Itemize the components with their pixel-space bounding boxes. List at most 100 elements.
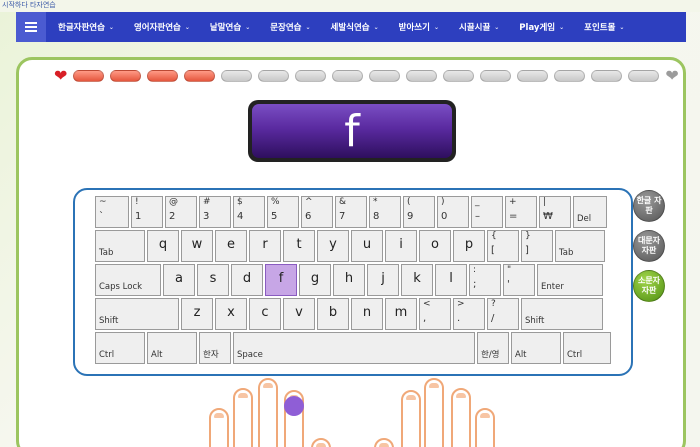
progress-step <box>517 70 549 82</box>
hand-guide <box>19 372 689 447</box>
chevron-down-icon: ⌄ <box>245 23 251 31</box>
key-alt-right[interactable]: Alt <box>511 332 561 364</box>
nav-item-sebeolsik-practice[interactable]: 세발식연습 ⌄ <box>331 21 379 33</box>
key-9[interactable]: (9 <box>403 196 435 228</box>
key-backtick[interactable]: ~ ` <box>95 196 129 228</box>
key-tab-right[interactable]: Tab <box>555 230 605 262</box>
key-z[interactable]: z <box>181 298 213 330</box>
lowercase-layout-button[interactable]: 소문자 자판 <box>633 270 665 302</box>
progress-bar: ❤ ❤ <box>54 68 679 84</box>
key-alt-left[interactable]: Alt <box>147 332 197 364</box>
progress-step <box>295 70 327 82</box>
key-comma[interactable]: <, <box>419 298 451 330</box>
progress-step <box>628 70 660 82</box>
hamburger-menu-button[interactable] <box>16 12 46 42</box>
key-hanja[interactable]: 한자 <box>199 332 231 364</box>
key-shift-left[interactable]: Shift <box>95 298 179 330</box>
key-t[interactable]: t <box>283 230 315 262</box>
key-c[interactable]: c <box>249 298 281 330</box>
key-3[interactable]: #3 <box>199 196 231 228</box>
key-g[interactable]: g <box>299 264 331 296</box>
progress-step <box>480 70 512 82</box>
keyboard-row-bottom: Shift z x c v b n m <, >. ? / Shift <box>95 298 613 330</box>
key-l[interactable]: l <box>435 264 467 296</box>
key-o[interactable]: o <box>419 230 451 262</box>
nav-item-dictation[interactable]: 받아쓰기 ⌄ <box>399 21 439 33</box>
key-4[interactable]: $4 <box>233 196 265 228</box>
key-won[interactable]: | ₩ <box>539 196 571 228</box>
nav-item-word-practice[interactable]: 낱말연습 ⌄ <box>210 21 250 33</box>
hamburger-icon <box>25 22 37 32</box>
uppercase-layout-button[interactable]: 대문자 자판 <box>633 230 665 262</box>
nav-item-english-typing[interactable]: 영어자판연습 ⌄ <box>134 21 190 33</box>
key-7[interactable]: & 7 <box>335 196 367 228</box>
key-ctrl-left[interactable]: Ctrl <box>95 332 145 364</box>
progress-step <box>184 70 216 82</box>
key-caps-lock[interactable]: Caps Lock <box>95 264 161 296</box>
key-y[interactable]: y <box>317 230 349 262</box>
key-u[interactable]: u <box>351 230 383 262</box>
progress-step <box>221 70 253 82</box>
chevron-down-icon: ⌄ <box>184 23 190 31</box>
key-1[interactable]: ! 1 <box>131 196 163 228</box>
key-w[interactable]: w <box>181 230 213 262</box>
key-6[interactable]: ^ 6 <box>301 196 333 228</box>
nav-item-hangul-typing[interactable]: 한글자판연습 ⌄ <box>58 21 114 33</box>
nav-item-play-game[interactable]: Play게임 ⌄ <box>519 21 564 33</box>
key-left-bracket[interactable]: {[ <box>487 230 519 262</box>
hangul-layout-button[interactable]: 한글 자판 <box>633 190 665 222</box>
chevron-down-icon: ⌄ <box>494 23 500 31</box>
key-b[interactable]: b <box>317 298 349 330</box>
keyboard-frame: ~ ` ! 1 @2 #3 $4 % 5 ^ 6 & 7 * 8 (9 ) 0 _ – + = |… <box>73 188 633 376</box>
key-r[interactable]: r <box>249 230 281 262</box>
key-a[interactable]: a <box>163 264 195 296</box>
key-ctrl-right[interactable]: Ctrl <box>563 332 611 364</box>
key-space[interactable]: Space <box>233 332 475 364</box>
key-slash[interactable]: ? / <box>487 298 519 330</box>
key-x[interactable]: x <box>215 298 247 330</box>
key-tab[interactable]: Tab <box>95 230 145 262</box>
key-enter[interactable]: Enter <box>537 264 603 296</box>
key-v[interactable]: v <box>283 298 315 330</box>
nav-item-point-mall[interactable]: 포인트몰 ⌄ <box>584 21 624 33</box>
key-f-active[interactable]: f <box>265 264 297 296</box>
keyboard-row-home: Caps Lock a s d f g h j k l :; " ' Enter <box>95 264 613 296</box>
key-e[interactable]: e <box>215 230 247 262</box>
corner-text: 시작하다 타자연습 <box>2 1 56 9</box>
right-middle-finger <box>424 378 444 447</box>
key-semicolon[interactable]: :; <box>469 264 501 296</box>
key-d[interactable]: d <box>231 264 263 296</box>
nav-item-noisy[interactable]: 시끌시끌 ⌄ <box>459 21 499 33</box>
key-quote[interactable]: " ' <box>503 264 535 296</box>
key-minus[interactable]: _ – <box>471 196 503 228</box>
top-navbar: 한글자판연습 ⌄ 영어자판연습 ⌄ 낱말연습 ⌄ 문장연습 ⌄ 세발식연습 ⌄ 받아쓰기 ⌄… <box>16 12 686 42</box>
left-thumb <box>311 438 331 447</box>
practice-panel: ❤ ❤ f ~ ` ! 1 @2 #3 $4 % 5 ^ 6 & 7 * 8 (… <box>16 57 686 447</box>
chevron-down-icon: ⌄ <box>559 23 565 31</box>
key-0[interactable]: ) 0 <box>437 196 469 228</box>
nav-item-sentence-practice[interactable]: 문장연습 ⌄ <box>270 21 310 33</box>
key-m[interactable]: m <box>385 298 417 330</box>
key-q[interactable]: q <box>147 230 179 262</box>
key-right-bracket[interactable]: }] <box>521 230 553 262</box>
key-j[interactable]: j <box>367 264 399 296</box>
keyboard-row-number: ~ ` ! 1 @2 #3 $4 % 5 ^ 6 & 7 * 8 (9 ) 0 _ – + = |… <box>95 196 613 228</box>
key-2[interactable]: @2 <box>165 196 197 228</box>
left-ring-finger <box>233 388 253 447</box>
key-han-young[interactable]: 한/영 <box>477 332 509 364</box>
key-equals[interactable]: + = <box>505 196 537 228</box>
key-8[interactable]: * 8 <box>369 196 401 228</box>
key-s[interactable]: s <box>197 264 229 296</box>
top-strip <box>0 0 700 12</box>
key-shift-right[interactable]: Shift <box>521 298 603 330</box>
key-k[interactable]: k <box>401 264 433 296</box>
right-index-finger <box>401 390 421 447</box>
key-h[interactable]: h <box>333 264 365 296</box>
key-i[interactable]: i <box>385 230 417 262</box>
key-delete[interactable]: Del <box>573 196 607 228</box>
heart-icon: ❤ <box>54 66 68 85</box>
key-p[interactable]: p <box>453 230 485 262</box>
key-period[interactable]: >. <box>453 298 485 330</box>
key-5[interactable]: % 5 <box>267 196 299 228</box>
key-n[interactable]: n <box>351 298 383 330</box>
